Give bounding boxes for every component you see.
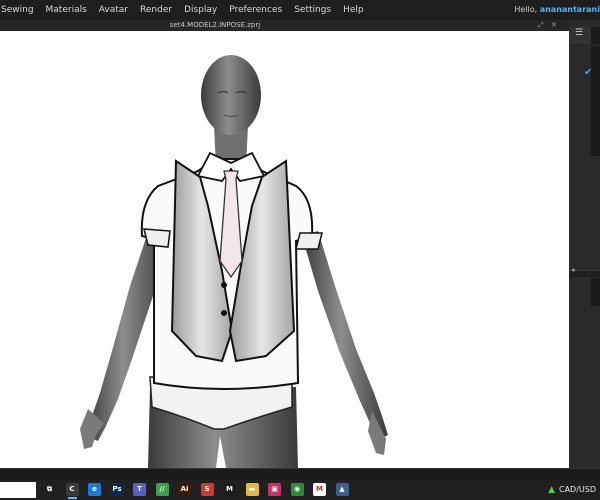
menu-materials[interactable]: Materials: [40, 0, 93, 20]
menu-render[interactable]: Render: [134, 0, 178, 20]
trend-icon[interactable]: ▲: [548, 480, 555, 500]
menu-settings[interactable]: Settings: [288, 0, 337, 20]
red-app-icon[interactable]: S: [200, 483, 214, 496]
photos-app-icon[interactable]: ▲: [335, 483, 349, 496]
gmail-app-icon[interactable]: M: [313, 483, 326, 496]
menu-preferences[interactable]: Preferences: [223, 0, 288, 20]
head: [201, 55, 261, 135]
panel-tabs: ☰: [569, 27, 600, 45]
panel-scrollbar[interactable]: [591, 46, 600, 156]
task-view-icon[interactable]: ⧉: [43, 483, 56, 496]
pink-app-icon[interactable]: ▣: [268, 483, 281, 496]
edge-browser-icon[interactable]: e: [88, 483, 101, 496]
project-title: set4.MODEL2.INPOSE.zprj: [169, 21, 261, 29]
folder-app-icon[interactable]: ▬: [245, 483, 259, 496]
clo3d-app-icon[interactable]: C: [65, 483, 79, 499]
lower-panel-strip[interactable]: [591, 278, 600, 306]
menu-sewing[interactable]: Sewing: [0, 0, 40, 20]
menu-avatar[interactable]: Avatar: [93, 0, 134, 20]
greeting-text: Hello,: [514, 5, 538, 14]
menu-display[interactable]: Display: [178, 0, 223, 20]
taskbar-search-box[interactable]: [0, 482, 36, 498]
panel-divider[interactable]: ◂: [569, 266, 600, 277]
currency-widget[interactable]: CAD/USD: [559, 480, 596, 500]
teams-app-icon[interactable]: T: [133, 483, 146, 496]
list-icon[interactable]: ☰: [575, 28, 583, 38]
chrome-browser-icon[interactable]: ◉: [290, 483, 304, 496]
collapse-icon[interactable]: ◂: [571, 266, 575, 274]
menu-bar: Sewing Materials Avatar Render Display P…: [0, 0, 600, 20]
green-app-icon[interactable]: //: [155, 483, 169, 496]
viewport-titlebar: set4.MODEL2.INPOSE.zprj ⤢ ✕: [0, 20, 570, 31]
property-panel: ☰ ✔ ◂: [569, 20, 600, 468]
illustrator-app-icon[interactable]: Ai: [178, 483, 191, 496]
menu-help[interactable]: Help: [337, 0, 370, 20]
username[interactable]: ananantarani: [540, 5, 600, 14]
vest-button: [221, 310, 227, 316]
m-app-icon[interactable]: M: [223, 483, 236, 496]
photoshop-app-icon[interactable]: Ps: [110, 483, 124, 496]
vest-button: [221, 282, 227, 288]
windows-taskbar: ⧉ Ce Ps T//Ai S M ▬ ▣ ◉ M ▲ ▲ CAD/USD: [0, 480, 600, 500]
user-greeting[interactable]: Hello, ananantarani: [514, 0, 600, 20]
system-tray: ▲ CAD/USD: [548, 480, 596, 500]
avatar-render: [80, 55, 388, 468]
expand-icon[interactable]: ⤢: [538, 20, 544, 31]
right-arm: [302, 231, 388, 441]
pin-icon[interactable]: ✕: [551, 20, 557, 31]
panel-tab-strip[interactable]: [591, 27, 600, 44]
3d-viewport[interactable]: [0, 31, 569, 468]
